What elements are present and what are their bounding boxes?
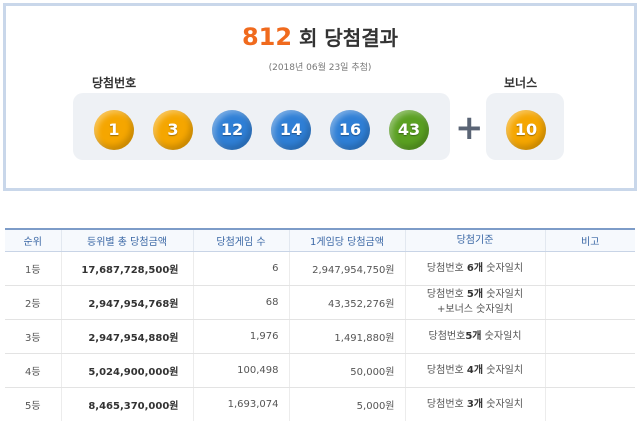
header-winner-count: 당첨게임 수: [192, 228, 289, 252]
winner-count-cell: 1,693,074: [192, 387, 289, 421]
rank-cell: 2등: [5, 285, 61, 320]
note-cell: [544, 387, 635, 421]
note-cell: [544, 251, 635, 286]
table-row: 5등 8,465,370,000원 1,693,074 5,000원 당첨번호 …: [5, 387, 635, 421]
prize-per-game-cell: 5,000원: [288, 387, 405, 421]
rank-cell: 3등: [5, 319, 61, 354]
winning-ball-5: 16: [330, 110, 370, 150]
total-prize-cell: 8,465,370,000원: [60, 387, 193, 421]
bonus-ball: 10: [506, 110, 546, 150]
prize-table-header: 순위 등위별 총 당첨금액 당첨게임 수 1게임당 당첨금액 당첨기준 비고: [5, 228, 635, 252]
draw-title: 812 회 당첨결과: [0, 22, 640, 51]
header-note: 비고: [544, 228, 635, 252]
note-cell: [544, 319, 635, 354]
prize-per-game-cell: 50,000원: [288, 353, 405, 388]
round-number: 812: [241, 23, 293, 51]
criteria-count: 6개: [466, 262, 484, 274]
criteria-suffix: 숫자일치: [483, 289, 524, 300]
winner-count-cell: 6: [192, 251, 289, 286]
total-prize-cell: 2,947,954,768원: [60, 285, 193, 320]
header-total-prize: 등위별 총 당첨금액: [60, 228, 193, 252]
rank-cell: 1등: [5, 251, 61, 286]
winning-ball-1: 1: [94, 110, 134, 150]
criteria-text: 당첨번호: [428, 330, 466, 342]
criteria-text: 당첨번호: [426, 364, 467, 376]
rank-cell: 4등: [5, 353, 61, 388]
header-prize-per-game: 1게임당 당첨금액: [288, 228, 405, 252]
rank-cell: 5등: [5, 387, 61, 421]
total-prize-cell: 2,947,954,880원: [60, 319, 193, 354]
winner-count-cell: 68: [192, 285, 289, 320]
winning-numbers-label: 당첨번호: [92, 76, 137, 90]
winning-ball-4: 14: [271, 110, 311, 150]
table-row: 3등 2,947,954,880원 1,976 1,491,880원 당첨번호5…: [5, 319, 635, 354]
winning-ball-6: 43: [389, 110, 429, 150]
prize-per-game-cell: 1,491,880원: [288, 319, 405, 354]
criteria-suffix: 숫자일치: [483, 364, 524, 376]
total-prize-cell: 5,024,900,000원: [60, 353, 193, 388]
round-suffix: 회 당첨결과: [299, 26, 399, 50]
bonus-label: 보너스: [504, 76, 538, 90]
criteria-suffix: 숫자일치: [483, 262, 524, 274]
prize-table: 순위 등위별 총 당첨금액 당첨게임 수 1게임당 당첨금액 당첨기준 비고 1…: [5, 228, 635, 421]
winner-count-cell: 1,976: [192, 319, 289, 354]
criteria-text: 당첨번호: [426, 398, 467, 410]
header-rank: 순위: [5, 228, 61, 252]
criteria-text: 당첨번호: [426, 262, 467, 274]
criteria-cell: 당첨번호5개 숫자일치: [404, 319, 545, 354]
winning-ball-2: 3: [153, 110, 193, 150]
criteria-cell: 당첨번호 3개 숫자일치: [404, 387, 545, 421]
criteria-count: 5개: [466, 289, 484, 300]
draw-date: (2018년 06월 23일 추첨): [268, 63, 372, 73]
criteria-suffix: 숫자일치: [483, 398, 524, 410]
criteria-cell: 당첨번호 6개 숫자일치: [404, 251, 545, 286]
prize-per-game-cell: 43,352,276원: [288, 285, 405, 320]
table-row: 4등 5,024,900,000원 100,498 50,000원 당첨번호 4…: [5, 353, 635, 388]
criteria-suffix: 숫자일치: [481, 330, 522, 342]
note-cell: [544, 353, 635, 388]
header-criteria: 당첨기준: [404, 228, 545, 252]
note-cell: [544, 285, 635, 320]
criteria-count: 5개: [465, 330, 482, 342]
winner-count-cell: 100,498: [192, 353, 289, 388]
table-row: 2등 2,947,954,768원 68 43,352,276원 당첨번호 5개…: [5, 285, 635, 320]
criteria-cell: 당첨번호 4개 숫자일치: [404, 353, 545, 388]
criteria-bonus-text: +보너스 숫자일치: [437, 304, 513, 315]
plus-icon: +: [455, 108, 484, 148]
table-row: 1등 17,687,728,500원 6 2,947,954,750원 당첨번호…: [5, 251, 635, 286]
criteria-count: 3개: [466, 398, 484, 410]
criteria-cell: 당첨번호 5개 숫자일치 +보너스 숫자일치: [404, 285, 545, 320]
winning-ball-3: 12: [212, 110, 252, 150]
total-prize-cell: 17,687,728,500원: [60, 251, 193, 286]
criteria-count: 4개: [466, 364, 484, 376]
prize-per-game-cell: 2,947,954,750원: [288, 251, 405, 286]
criteria-text: 당첨번호: [426, 289, 467, 300]
